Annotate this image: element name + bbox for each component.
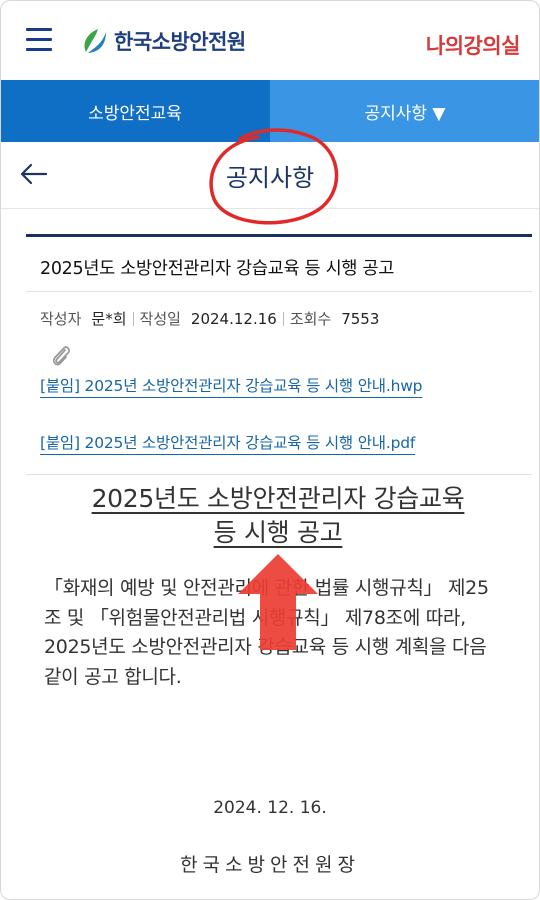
attachment-pdf-link[interactable]: [붙임] 2025년 소방안전관리자 강습교육 등 시행 안내.pdf: [40, 431, 415, 453]
meta-divider: [282, 311, 284, 326]
document-title-line1: 2025년도 소방안전관리자 강습교육: [91, 484, 465, 513]
views-value: 7553: [341, 309, 380, 328]
paperclip-icon: [52, 346, 70, 366]
notice-meta: 작성자 문*희 작성일 2024.12.16 조회수 7553: [40, 308, 379, 329]
author-value: 문*희: [91, 310, 127, 328]
document-date: 2024. 12. 16.: [213, 798, 327, 818]
tab-fire-safety-education[interactable]: 소방안전교육: [0, 80, 270, 142]
document-title: 2025년도 소방안전관리자 강습교육 등 시행 공고: [30, 482, 526, 550]
tab-notice-dropdown[interactable]: 공지사항 ▼: [270, 80, 540, 142]
document-signer: 한국소방안전원장: [180, 854, 360, 876]
top-header: 한국소방안전원 나의강의실: [0, 0, 540, 80]
logo-text: 한국소방안전원: [114, 30, 246, 54]
logo[interactable]: 한국소방안전원: [80, 24, 246, 58]
page-title-bar: 공지사항: [0, 142, 540, 209]
divider: [26, 474, 532, 475]
main-nav: 소방안전교육 공지사항 ▼: [0, 80, 540, 142]
meta-divider: [132, 311, 134, 326]
attachment-hwp-link[interactable]: [붙임] 2025년 소방안전관리자 강습교육 등 시행 안내.hwp: [40, 374, 423, 396]
logo-leaf-icon: [84, 29, 106, 53]
document-body: 「화재의 예방 및 안전관리에 관한 법률 시행규칙」 제25조 및 「위험물안…: [44, 577, 489, 688]
page-title: 공지사항: [225, 164, 315, 192]
document-title-line2: 등 시행 공고: [213, 518, 343, 547]
views-label: 조회수: [289, 310, 332, 328]
date-label: 작성일: [139, 310, 181, 328]
author-label: 작성자: [40, 310, 82, 328]
my-course-link[interactable]: 나의강의실: [426, 30, 521, 60]
date-value: 2024.12.16: [190, 309, 277, 328]
menu-icon[interactable]: [26, 28, 52, 52]
notice-title: 2025년도 소방안전관리자 강습교육 등 시행 공고: [26, 234, 532, 292]
